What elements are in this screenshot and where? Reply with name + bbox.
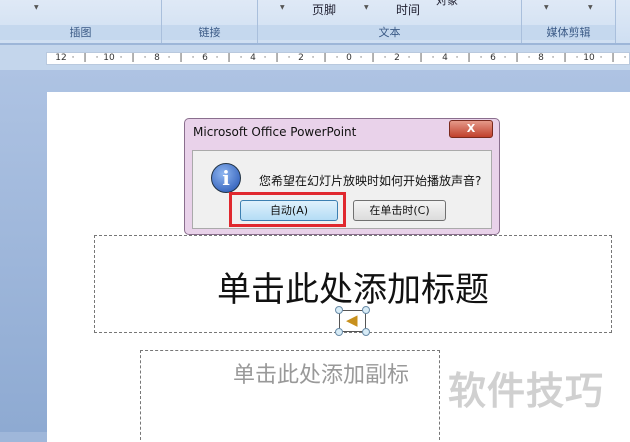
group-label: 链接 bbox=[162, 25, 257, 40]
ruler-tick-label: 0 bbox=[346, 53, 352, 63]
ruler-tick-label: 6 bbox=[202, 53, 208, 63]
ruler-minor-tick: · bbox=[479, 53, 483, 63]
close-button[interactable]: X bbox=[449, 120, 493, 138]
info-icon: i bbox=[211, 163, 241, 193]
resize-handle[interactable] bbox=[335, 306, 343, 314]
ruler-tick-label: 8 bbox=[538, 53, 544, 63]
group-label: 文本 bbox=[258, 25, 521, 40]
ribbon: ▼ 插图 链接 ▼ 页脚 ▼ 时间 对象 文本 ▼ ▼ 媒体剪辑 bbox=[0, 0, 630, 45]
ruler-minor-tick: · bbox=[599, 53, 603, 63]
ruler-minor-tick: | bbox=[83, 53, 87, 63]
ruler-minor-tick: · bbox=[407, 53, 411, 63]
dialog-message: 您希望在幻灯片放映时如何开始播放声音? bbox=[259, 174, 482, 188]
ruler-minor-tick: · bbox=[551, 53, 555, 63]
sound-object[interactable]: ◀ bbox=[335, 306, 370, 336]
ruler-minor-tick: · bbox=[71, 53, 75, 63]
ruler-tick-label: 2 bbox=[298, 53, 304, 63]
ruler-tick-label: 12 bbox=[55, 53, 67, 63]
ruler-minor-tick: · bbox=[311, 53, 315, 63]
ruler-minor-tick: · bbox=[359, 53, 363, 63]
ruler-minor-tick: · bbox=[503, 53, 507, 63]
title-placeholder-text: 单击此处添加标题 bbox=[217, 270, 489, 310]
dropdown-arrow-icon[interactable]: ▼ bbox=[588, 4, 593, 11]
ruler-tick-label: 10 bbox=[583, 53, 595, 63]
horizontal-ruler[interactable]: 12 · | · 10 · | · 8 · | · 6 · | · 4 · | · 2 · | · 0 · | · 2 · | · 4 · | · 6 ·… bbox=[46, 52, 630, 65]
time-button[interactable]: 时间 bbox=[396, 1, 420, 18]
resize-handle[interactable] bbox=[335, 328, 343, 336]
ruler-minor-tick: | bbox=[563, 53, 567, 63]
ribbon-group-links: 链接 bbox=[162, 0, 258, 43]
ruler-minor-tick: | bbox=[275, 53, 279, 63]
ruler-minor-tick: · bbox=[623, 53, 627, 63]
ruler-minor-tick: · bbox=[383, 53, 387, 63]
highlight-box bbox=[229, 192, 346, 227]
ruler-minor-tick: · bbox=[263, 53, 267, 63]
resize-handle[interactable] bbox=[362, 328, 370, 336]
object-button[interactable]: 对象 bbox=[436, 0, 458, 8]
footer-button[interactable]: 页脚 bbox=[312, 1, 336, 18]
speaker-icon: ◀ bbox=[346, 311, 358, 329]
ruler-tick-label: 4 bbox=[250, 53, 256, 63]
ruler-minor-tick: · bbox=[215, 53, 219, 63]
dropdown-arrow-icon[interactable]: ▼ bbox=[280, 4, 285, 11]
ribbon-group-illustrations: ▼ 插图 bbox=[0, 0, 162, 43]
ruler-minor-tick: · bbox=[119, 53, 123, 63]
ribbon-group-media: ▼ ▼ 媒体剪辑 bbox=[522, 0, 616, 43]
ruler-minor-tick: · bbox=[455, 53, 459, 63]
ruler-tick-label: 10 bbox=[103, 53, 115, 63]
ruler-minor-tick: | bbox=[515, 53, 519, 63]
resize-handle[interactable] bbox=[362, 306, 370, 314]
watermark: 软件技巧 bbox=[448, 369, 605, 413]
on-click-button[interactable]: 在单击时(C) bbox=[353, 200, 446, 221]
ruler-minor-tick: | bbox=[419, 53, 423, 63]
ruler-tick-label: 6 bbox=[490, 53, 496, 63]
ruler-minor-tick: · bbox=[335, 53, 339, 63]
dropdown-arrow-icon[interactable]: ▼ bbox=[34, 4, 39, 11]
ruler-minor-tick: | bbox=[227, 53, 231, 63]
ribbon-group-text: ▼ 页脚 ▼ 时间 对象 文本 bbox=[258, 0, 522, 43]
ruler-minor-tick: | bbox=[131, 53, 135, 63]
ruler-minor-tick: · bbox=[575, 53, 579, 63]
ruler-minor-tick: · bbox=[95, 53, 99, 63]
ruler-minor-tick: · bbox=[167, 53, 171, 63]
ruler-tick-label: 4 bbox=[442, 53, 448, 63]
ruler-minor-tick: | bbox=[611, 53, 615, 63]
dropdown-arrow-icon[interactable]: ▼ bbox=[364, 4, 369, 11]
ruler-minor-tick: · bbox=[239, 53, 243, 63]
group-label: 插图 bbox=[0, 25, 161, 40]
ruler-minor-tick: | bbox=[371, 53, 375, 63]
dropdown-arrow-icon[interactable]: ▼ bbox=[544, 4, 549, 11]
ruler-tick-label: 8 bbox=[154, 53, 160, 63]
ruler-minor-tick: · bbox=[431, 53, 435, 63]
subtitle-placeholder[interactable]: 单击此处添加副标 bbox=[140, 350, 440, 440]
ruler-minor-tick: | bbox=[467, 53, 471, 63]
ruler-minor-tick: | bbox=[179, 53, 183, 63]
ruler-minor-tick: · bbox=[527, 53, 531, 63]
ruler-minor-tick: · bbox=[143, 53, 147, 63]
group-label: 媒体剪辑 bbox=[522, 25, 615, 40]
ruler-tick-label: 2 bbox=[394, 53, 400, 63]
ruler-minor-tick: | bbox=[323, 53, 327, 63]
dialog-title: Microsoft Office PowerPoint bbox=[193, 125, 357, 139]
ruler-minor-tick: · bbox=[191, 53, 195, 63]
subtitle-placeholder-text: 单击此处添加副标 bbox=[233, 363, 410, 388]
ruler-minor-tick: · bbox=[287, 53, 291, 63]
